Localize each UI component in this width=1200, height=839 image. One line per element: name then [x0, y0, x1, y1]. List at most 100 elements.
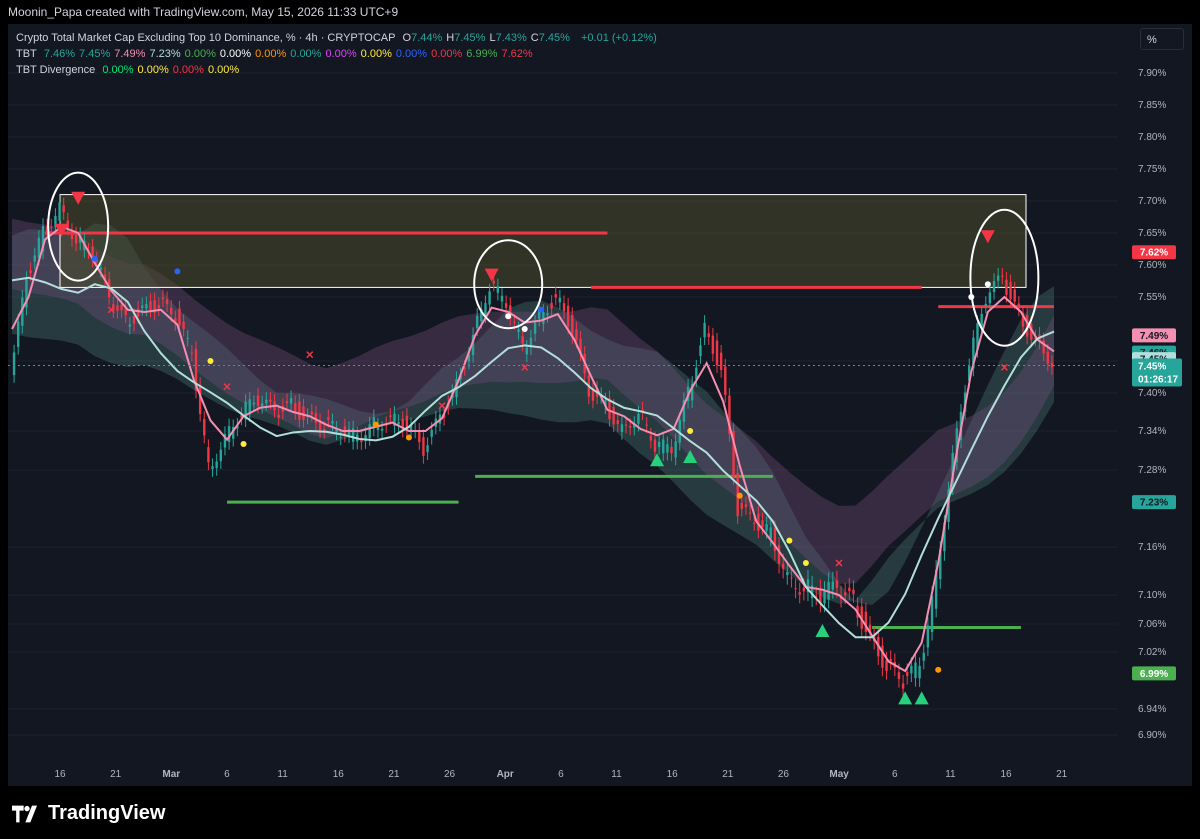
signal-dot — [984, 281, 991, 288]
legend-row-divergence: TBT Divergence 0.00% 0.00% 0.00% 0.00% — [16, 64, 247, 76]
candle-body — [120, 304, 123, 311]
candle-body — [1005, 279, 1008, 295]
tbt-value: 0.00% — [184, 48, 216, 60]
ohlc-value-o: 7.44% — [411, 32, 443, 44]
candle-body — [653, 439, 657, 452]
candle-body — [657, 441, 661, 448]
tbt-value: 7.23% — [149, 48, 181, 60]
tbt-value: 0.00% — [395, 48, 428, 60]
price-pill-label: 7.23% — [1140, 498, 1168, 509]
candle-body — [169, 307, 173, 315]
candle-body — [17, 321, 20, 348]
tradingview-snapshot: Moonin_Papa created with TradingView.com… — [0, 0, 1200, 839]
candle-body — [418, 430, 421, 443]
candle-body — [525, 347, 528, 355]
divergence-value: 0.00% — [137, 64, 169, 76]
candle-body — [327, 417, 330, 420]
signal-dot — [935, 666, 942, 673]
signal-dot — [786, 537, 793, 544]
candle-body — [70, 230, 74, 240]
candle-body — [781, 563, 785, 569]
y-tick-label: 7.34% — [1138, 426, 1166, 437]
candle-body — [302, 406, 305, 420]
candle-body — [612, 406, 615, 425]
candle-body — [1046, 351, 1049, 364]
tradingview-logo: TradingView — [12, 802, 165, 825]
tbt-value: 7.62% — [501, 48, 533, 60]
price-chart[interactable]: 7.90% 7.85% 7.80% 7.75% 7.70% 7.65% 7.60% 7.55%… — [8, 24, 1192, 786]
candle-body — [380, 428, 384, 431]
x-tick-label: 16 — [667, 769, 679, 780]
candle-body — [1017, 303, 1021, 309]
candle-body — [649, 435, 653, 441]
signal-dot — [174, 268, 181, 275]
candle-body — [141, 305, 144, 309]
candle-body — [620, 424, 624, 432]
y-tick-label: 7.85% — [1138, 100, 1166, 111]
legend-ohlc: O7.44% H7.45% L7.43% C7.45% — [403, 32, 574, 44]
candle-body — [496, 286, 500, 293]
header-credit: Moonin_Papa created with TradingView.com… — [0, 0, 1200, 24]
candle-body — [116, 305, 119, 311]
candle-body — [992, 281, 996, 292]
signal-dot — [405, 434, 412, 441]
candle-body — [161, 297, 165, 300]
candle-body — [128, 324, 132, 327]
candle-body — [575, 329, 578, 341]
time-axis: 16 21 Mar 6 11 16 21 26 Apr 6 11 16 21 26 May 6 11 16 21 — [54, 769, 1067, 780]
divergence-value: 0.00% — [207, 64, 240, 76]
y-tick-label: 7.10% — [1138, 590, 1166, 601]
x-tick-label: 21 — [388, 769, 400, 780]
candle-body — [289, 398, 293, 404]
candle-body — [190, 352, 194, 354]
candle-body — [926, 625, 930, 648]
candle-body — [901, 683, 905, 689]
candle-body — [521, 336, 524, 344]
candle-body — [256, 395, 260, 406]
y-tick-label: 7.02% — [1138, 647, 1166, 658]
candle-body — [58, 202, 61, 221]
tbt-value: 7.46% — [43, 48, 76, 60]
x-tick-label: 21 — [1056, 769, 1068, 780]
candle-body — [389, 415, 392, 417]
tbt-value: 0.00% — [325, 48, 357, 60]
candle-body — [178, 308, 181, 326]
candle-body — [513, 321, 516, 323]
y-tick-label: 6.94% — [1138, 704, 1166, 715]
x-tick-label: May — [829, 769, 849, 780]
legend-change: +0.01 (+0.12%) — [581, 32, 657, 44]
candle-body — [504, 303, 508, 308]
divergence-value: 0.00% — [172, 64, 204, 76]
candle-body — [711, 335, 715, 354]
candle-body — [571, 314, 574, 337]
candle-body — [740, 502, 744, 509]
candle-body — [207, 447, 210, 463]
candle-body — [165, 299, 169, 305]
signal-dot — [521, 326, 528, 332]
candle-body — [252, 402, 256, 405]
x-tick-label: 21 — [722, 769, 734, 780]
candle-body — [533, 322, 537, 334]
candle-body — [285, 401, 289, 403]
candle-body — [310, 411, 313, 415]
candle-body — [637, 413, 640, 424]
x-tick-label: 11 — [945, 769, 956, 780]
candle-body — [744, 504, 748, 508]
x-tick-label: 11 — [611, 769, 622, 780]
x-tick-label: 26 — [778, 769, 790, 780]
chart-area[interactable]: 7.90% 7.85% 7.80% 7.75% 7.70% 7.65% 7.60% 7.55%… — [8, 24, 1192, 786]
candle-body — [889, 659, 892, 662]
candle-body — [149, 301, 152, 310]
candle-body — [1050, 362, 1054, 367]
y-tick-label: 7.90% — [1138, 68, 1166, 79]
candle-body — [426, 445, 429, 453]
buy-signal-icon — [815, 624, 830, 637]
candle-body — [835, 580, 839, 588]
candle-body — [368, 424, 371, 438]
ohlc-key-o: O — [402, 32, 412, 44]
candle-body — [550, 302, 553, 309]
candle-body — [852, 589, 855, 595]
percent-scale-button[interactable]: % — [1140, 28, 1184, 50]
y-tick-label: 7.70% — [1138, 196, 1166, 207]
tbt-value: 7.45% — [79, 48, 111, 60]
